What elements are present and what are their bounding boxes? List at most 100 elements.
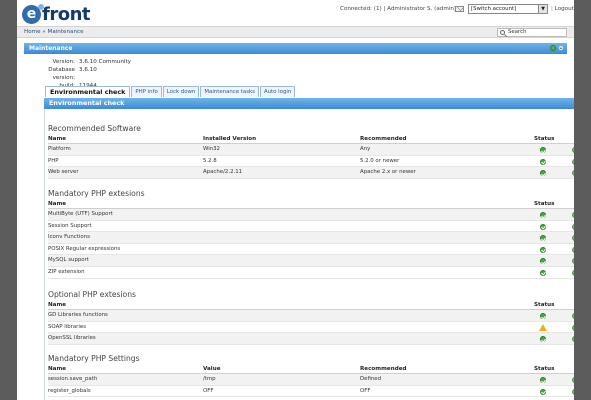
tab-environmental-check[interactable]: Environmental check <box>45 86 131 97</box>
add-icon[interactable] <box>572 168 574 180</box>
connected-status: Connected: (1) | Administrator S. (admin… <box>340 6 460 12</box>
cell-recommended: Apache 2.x or newer <box>360 169 416 176</box>
section-title-recommended-software: Recommended Software <box>48 124 141 133</box>
logout-label: Logout <box>554 6 574 12</box>
table-row: session.save_path /tmp Defined <box>48 374 574 387</box>
add-icon[interactable] <box>572 387 574 398</box>
help-icon[interactable] <box>550 45 556 51</box>
table-header: Name Value Recommended Status <box>48 365 574 374</box>
section-title-mandatory-settings: Mandatory PHP Settings <box>48 354 140 363</box>
cell-name: MySQL support <box>48 257 89 264</box>
cell-recommended: 5.2.0 or newer <box>360 157 400 164</box>
mandatory-extensions-table: Name Status MultiByte (UTF) Support Sess… <box>48 200 574 280</box>
cell-value: /tmp <box>203 376 216 382</box>
cell-name: ZIP extension <box>48 268 85 275</box>
table-row: Platform Win32 Any <box>48 144 574 157</box>
add-icon[interactable] <box>572 210 574 222</box>
recommended-software-table: Name Installed Version Recommended Statu… <box>48 135 574 180</box>
col-status: Status <box>534 366 555 372</box>
maintenance-header: Maintenance <box>24 43 567 54</box>
add-icon[interactable] <box>572 311 574 323</box>
add-icon[interactable] <box>572 256 574 268</box>
cell-name: POSIX Regular expressions <box>48 245 121 252</box>
environmental-check-title: Environmental check <box>49 99 125 107</box>
add-icon[interactable] <box>572 334 574 346</box>
table-row: Web server Apache/2.2.11 Apache 2.x or n… <box>48 167 574 180</box>
status-ok-icon <box>540 212 546 218</box>
search-input[interactable]: Search <box>497 28 567 37</box>
cell-name: SOAP libraries <box>48 323 86 330</box>
col-name: Name <box>48 302 67 308</box>
cell-name: Session Support <box>48 222 92 229</box>
cell-name: Web server <box>48 169 79 176</box>
col-status: Status <box>534 136 555 142</box>
table-row: MySQL support <box>48 255 574 268</box>
table-header: Name Status <box>48 301 574 310</box>
col-installed-version: Installed Version <box>203 136 257 142</box>
chevron-down-icon: ▼ <box>538 5 547 13</box>
cell-recommended: Defined <box>360 376 382 382</box>
status-ok-icon <box>540 269 546 276</box>
cell-name: GD Libraries functions <box>48 312 108 318</box>
tab-auto-login[interactable]: Auto login <box>259 86 296 97</box>
add-icon[interactable] <box>572 145 574 157</box>
add-icon[interactable] <box>572 375 574 387</box>
maintenance-tabs: Environmental check PHP info Lock down M… <box>45 86 296 97</box>
logout-link[interactable]: | Logout <box>551 6 574 12</box>
cell-name: PHP <box>48 157 59 164</box>
status-ok-icon <box>540 377 546 383</box>
mandatory-settings-table: Name Value Recommended Status session.sa… <box>48 365 574 398</box>
add-icon[interactable] <box>572 245 574 256</box>
db-version-value: 3.6.10 <box>79 67 97 73</box>
col-name: Name <box>48 201 67 207</box>
search-placeholder: Search <box>508 29 527 35</box>
col-name: Name <box>48 366 67 372</box>
add-icon[interactable] <box>572 268 574 280</box>
status-ok-icon <box>540 313 546 319</box>
switch-account-select[interactable]: [Switch account] ▼ <box>468 4 548 14</box>
logo-e-icon: e <box>22 3 44 24</box>
col-value: Value <box>203 366 221 372</box>
cell-name: Platform <box>48 146 71 152</box>
table-row: OpenSSL libraries <box>48 333 574 346</box>
cell-value: OFF <box>203 387 214 394</box>
status-ok-icon <box>540 170 546 177</box>
table-row: Session Support <box>48 221 574 233</box>
tab-php-info[interactable]: PHP info <box>131 86 162 97</box>
cell-name: register_globals <box>48 387 91 394</box>
status-ok-icon <box>540 246 546 253</box>
efront-logo[interactable]: e front <box>22 3 91 25</box>
cell-installed: Win32 <box>203 146 220 152</box>
col-recommended: Recommended <box>360 366 407 372</box>
tab-maintenance-tasks[interactable]: Maintenance tasks <box>200 86 259 97</box>
table-row: Iconv Functions <box>48 232 574 245</box>
optional-extensions-table: Name Status GD Libraries functions SOAP … <box>48 301 574 346</box>
add-icon[interactable] <box>572 323 574 334</box>
cell-name: Iconv Functions <box>48 234 90 241</box>
add-icon[interactable] <box>572 233 574 245</box>
status-ok-icon <box>540 388 546 395</box>
table-header: Name Status <box>48 200 574 209</box>
maintenance-title: Maintenance <box>29 45 73 52</box>
col-recommended: Recommended <box>360 136 407 142</box>
breadcrumb[interactable]: Home » Maintenance <box>24 29 84 35</box>
col-status: Status <box>534 302 555 308</box>
add-icon[interactable] <box>572 157 574 168</box>
mail-icon[interactable] <box>455 6 464 12</box>
status-ok-icon <box>540 223 546 230</box>
status-ok-icon <box>540 158 546 165</box>
col-status: Status <box>534 201 555 207</box>
table-row: MultiByte (UTF) Support <box>48 209 574 222</box>
environmental-check-header: Environmental check <box>44 98 574 109</box>
table-row: ZIP extension <box>48 267 574 280</box>
table-row: GD Libraries functions <box>48 310 574 323</box>
environmental-check-body: Recommended Software Name Installed Vers… <box>44 109 574 400</box>
cell-name: MultiByte (UTF) Support <box>48 211 113 217</box>
tab-lock-down[interactable]: Lock down <box>162 86 200 97</box>
table-header: Name Installed Version Recommended Statu… <box>48 135 574 144</box>
add-icon[interactable] <box>572 222 574 233</box>
switch-account-value: [Switch account] <box>471 6 517 12</box>
db-version-label: Database version: <box>48 67 75 81</box>
cell-name: OpenSSL libraries <box>48 335 96 342</box>
collapse-icon[interactable] <box>558 45 564 51</box>
